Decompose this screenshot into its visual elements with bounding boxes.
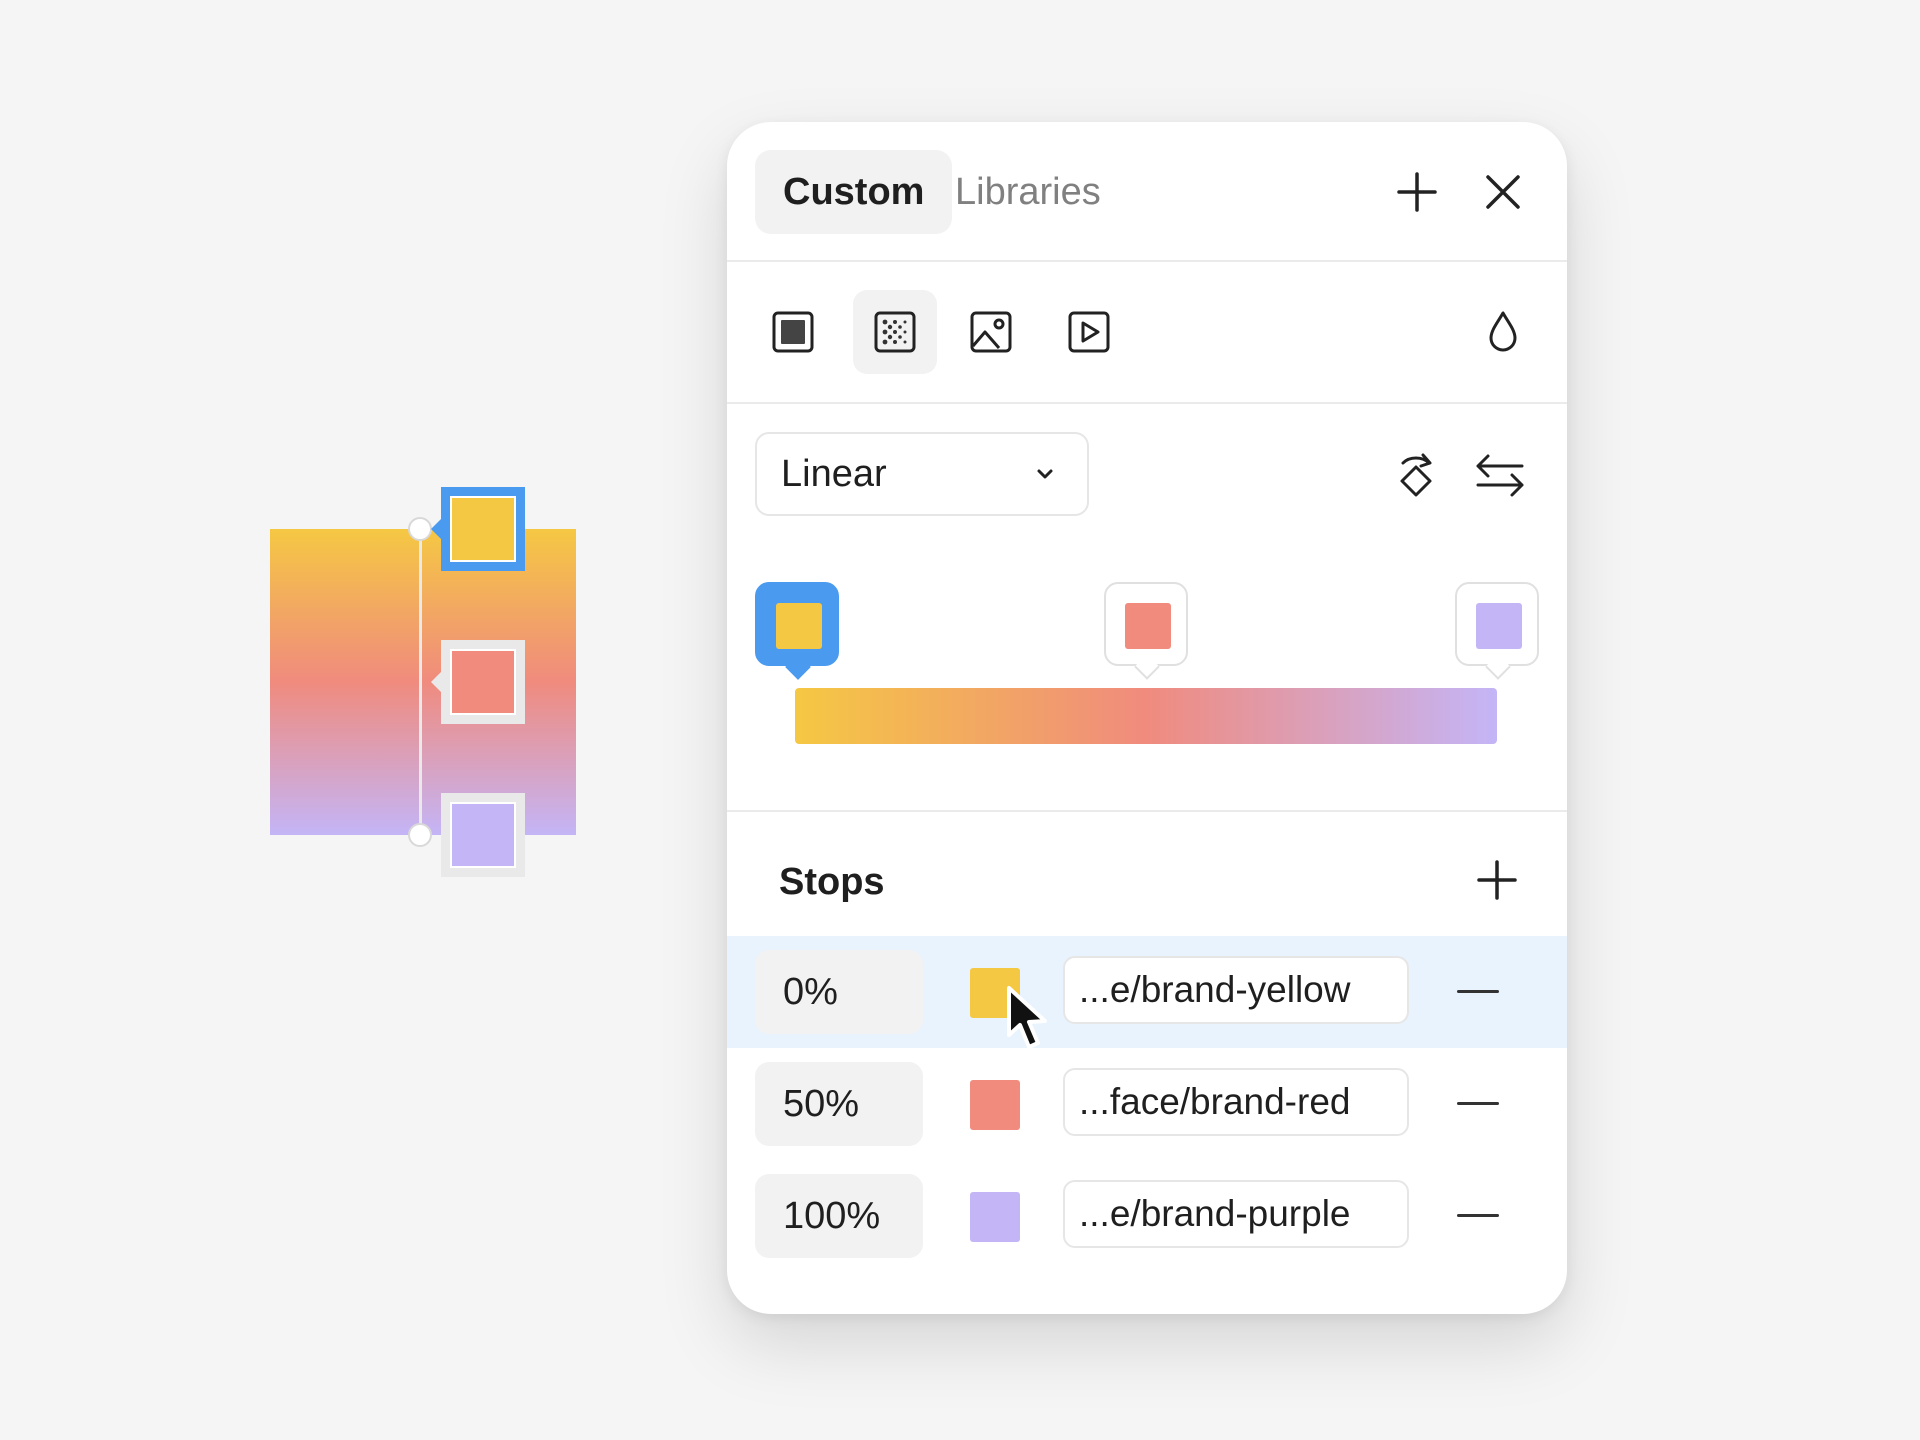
tab-custom[interactable]: Custom bbox=[755, 150, 953, 234]
tab-libraries[interactable]: Libraries bbox=[927, 150, 1129, 234]
stop-position-input[interactable]: 100% bbox=[755, 1174, 923, 1258]
gradient-type-select[interactable]: Linear bbox=[755, 432, 1089, 516]
remove-stop-button[interactable] bbox=[1457, 990, 1499, 993]
gradient-stop-50[interactable] bbox=[1104, 582, 1188, 680]
add-button[interactable] bbox=[1387, 162, 1447, 222]
stop-color-token[interactable]: ...face/brand-red bbox=[1063, 1068, 1409, 1136]
stop-color-swatch[interactable] bbox=[970, 1192, 1020, 1242]
close-icon bbox=[1486, 175, 1520, 209]
fill-picker-panel: Custom Libraries Linear Stops 0% ...e/br… bbox=[727, 122, 1567, 1314]
stop-row[interactable]: 50% ...face/brand-red bbox=[727, 1048, 1567, 1160]
stop-row[interactable]: 100% ...e/brand-purple bbox=[727, 1160, 1567, 1272]
remove-stop-button[interactable] bbox=[1457, 1102, 1499, 1105]
stop-color-token[interactable]: ...e/brand-yellow bbox=[1063, 956, 1409, 1024]
canvas-stop-swatch bbox=[450, 649, 516, 715]
gradient-handle-end[interactable] bbox=[408, 823, 432, 847]
solid-fill-icon bbox=[772, 311, 814, 353]
canvas-stop-swatch bbox=[450, 496, 516, 562]
stops-heading: Stops bbox=[779, 861, 885, 903]
stop-color-token[interactable]: ...e/brand-purple bbox=[1063, 1180, 1409, 1248]
rotate-gradient-button[interactable] bbox=[1383, 442, 1449, 508]
flip-icon bbox=[1476, 454, 1524, 497]
plus-icon bbox=[1397, 172, 1437, 212]
gradient-stop-0[interactable] bbox=[755, 582, 839, 680]
gradient-stop-100[interactable] bbox=[1455, 582, 1539, 680]
stop-row[interactable]: 0% ...e/brand-yellow bbox=[727, 936, 1567, 1048]
fill-type-gradient-button[interactable] bbox=[853, 290, 937, 374]
canvas-stop-100[interactable] bbox=[441, 793, 525, 877]
fill-type-image-button[interactable] bbox=[949, 290, 1033, 374]
canvas-stop-50[interactable] bbox=[431, 640, 525, 724]
chevron-down-icon bbox=[1037, 469, 1053, 479]
gradient-preview-shape[interactable] bbox=[270, 529, 576, 835]
add-stop-button[interactable] bbox=[1467, 850, 1527, 910]
mouse-cursor-icon bbox=[1007, 986, 1047, 1049]
close-button[interactable] bbox=[1473, 162, 1533, 222]
video-fill-icon bbox=[1068, 311, 1110, 353]
flip-gradient-button[interactable] bbox=[1467, 442, 1533, 508]
gradient-bar[interactable] bbox=[795, 688, 1497, 744]
image-fill-icon bbox=[970, 311, 1012, 353]
canvas-stop-swatch bbox=[450, 802, 516, 868]
canvas-stop-0[interactable] bbox=[431, 487, 525, 571]
stop-color-swatch[interactable] bbox=[970, 1080, 1020, 1130]
stop-position-input[interactable]: 0% bbox=[755, 950, 923, 1034]
gradient-handle-start[interactable] bbox=[408, 517, 432, 541]
stop-position-input[interactable]: 50% bbox=[755, 1062, 923, 1146]
droplet-icon bbox=[1489, 311, 1517, 352]
rotate-icon bbox=[1400, 453, 1432, 497]
gradient-fill-icon bbox=[874, 311, 916, 353]
eyedropper-button[interactable] bbox=[1471, 300, 1535, 364]
plus-icon bbox=[1477, 860, 1517, 900]
remove-stop-button[interactable] bbox=[1457, 1214, 1499, 1217]
fill-type-solid-button[interactable] bbox=[751, 290, 835, 374]
gradient-type-value: Linear bbox=[781, 453, 887, 495]
gradient-handle-line[interactable] bbox=[419, 529, 422, 835]
fill-type-video-button[interactable] bbox=[1047, 290, 1131, 374]
